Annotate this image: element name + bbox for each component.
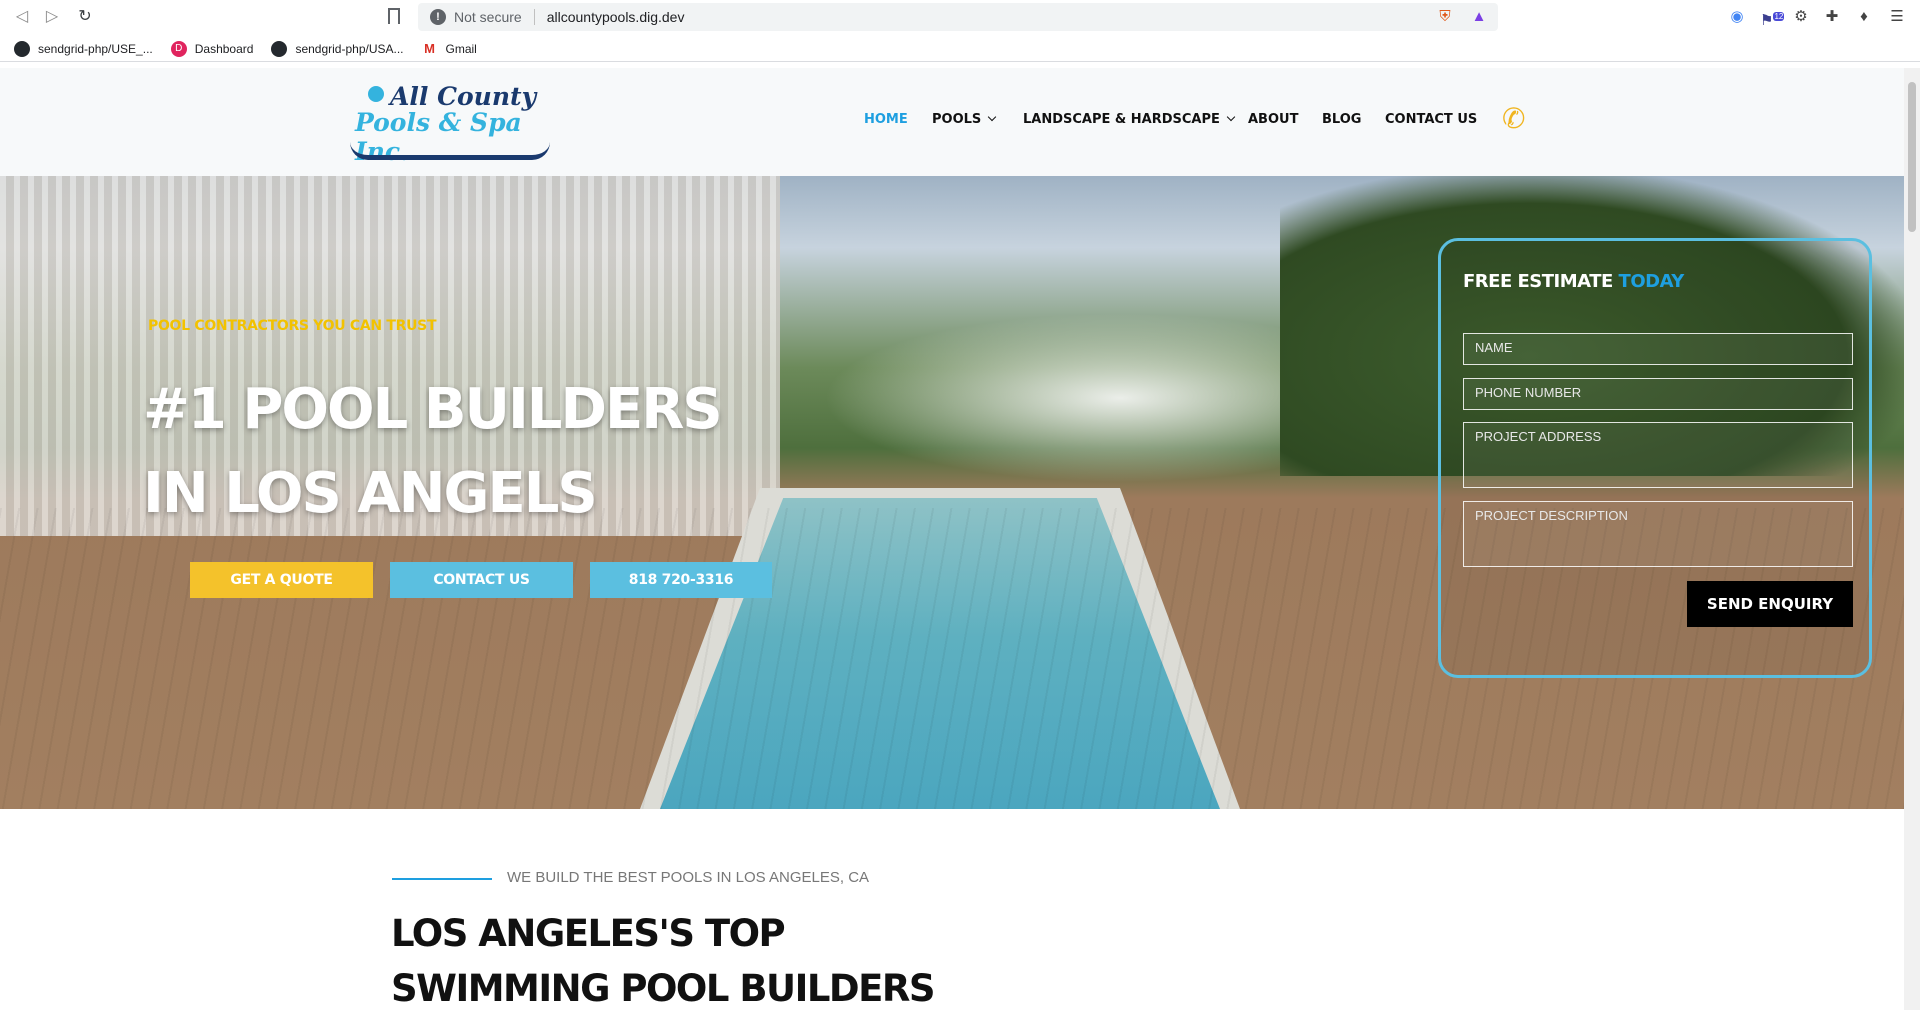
nav-pools-label: POOLS bbox=[932, 112, 982, 127]
gmail-icon: M bbox=[421, 40, 438, 57]
color-extension-icon[interactable]: ◉ bbox=[1728, 8, 1746, 26]
hero-headline: #1 POOL BUILDERS IN LOS ANGELS bbox=[143, 368, 723, 536]
page-viewport: All County Pools & Spa Inc. HOME POOLS L… bbox=[0, 68, 1904, 1010]
page-scrollbar[interactable] bbox=[1904, 68, 1920, 1010]
bookmark-sendgrid-2[interactable]: sendgrid-php/USA... bbox=[271, 40, 404, 57]
hero-tagline: POOL CONTRACTORS YOU CAN TRUST bbox=[148, 318, 437, 334]
bookmark-icon[interactable] bbox=[388, 8, 400, 24]
bookmark-label: Gmail bbox=[445, 41, 477, 56]
section-accent-line bbox=[392, 878, 492, 880]
send-enquiry-button[interactable]: SEND ENQUIRY bbox=[1687, 581, 1853, 627]
logo-line1: All County bbox=[390, 82, 537, 111]
address-bar[interactable]: ! Not secure allcountypools.dig.dev bbox=[418, 3, 1498, 31]
tool-extension-icon[interactable]: ⚙ bbox=[1792, 8, 1810, 26]
brave-rewards-icon[interactable]: ▲ bbox=[1470, 8, 1488, 26]
crosshair-extension-icon[interactable]: ✚ bbox=[1823, 8, 1841, 26]
nav-pools[interactable]: POOLS bbox=[932, 112, 997, 127]
chevron-down-icon bbox=[988, 112, 997, 122]
free-estimate-form: FREE ESTIMATE TODAY NAME PHONE NUMBER PR… bbox=[1438, 238, 1872, 678]
brave-shield-icon[interactable]: ⛨ bbox=[1436, 8, 1454, 26]
scrollbar-thumb[interactable] bbox=[1908, 82, 1916, 232]
reload-icon[interactable]: ↻ bbox=[75, 7, 95, 27]
name-field[interactable]: NAME bbox=[1463, 333, 1853, 365]
info-icon[interactable]: ! bbox=[430, 9, 446, 25]
nav-home[interactable]: HOME bbox=[864, 112, 908, 127]
form-title-main: FREE ESTIMATE bbox=[1463, 271, 1619, 292]
menu-icon[interactable]: ☰ bbox=[1888, 8, 1906, 26]
nav-blog[interactable]: BLOG bbox=[1322, 112, 1361, 127]
github-icon bbox=[271, 40, 288, 57]
extension-badge: 12 bbox=[1773, 12, 1785, 21]
headline-line2: IN LOS ANGELS bbox=[143, 461, 598, 526]
browser-toolbar: ◁ ▷ ↻ ! Not secure allcountypools.dig.de… bbox=[0, 0, 1920, 34]
headline-line1: #1 POOL BUILDERS bbox=[143, 377, 723, 442]
project-address-field[interactable]: PROJECT ADDRESS bbox=[1463, 422, 1853, 488]
bubbles-icon bbox=[368, 86, 384, 102]
nav-landscape-label: LANDSCAPE & HARDSCAPE bbox=[1023, 112, 1220, 127]
dashboard-icon: D bbox=[170, 40, 187, 57]
bookmark-dashboard[interactable]: D Dashboard bbox=[170, 40, 254, 57]
bookmarks-bar: sendgrid-php/USE_... D Dashboard sendgri… bbox=[0, 36, 1920, 62]
security-label: Not secure bbox=[454, 9, 522, 25]
section-title-line1: LOS ANGELES'S TOP bbox=[391, 912, 786, 955]
puzzle-icon[interactable]: ♦ bbox=[1855, 8, 1873, 26]
form-title: FREE ESTIMATE TODAY bbox=[1463, 271, 1684, 292]
chevron-down-icon bbox=[1226, 112, 1236, 122]
contact-us-button[interactable]: CONTACT US bbox=[390, 562, 573, 598]
forward-icon[interactable]: ▷ bbox=[42, 7, 62, 27]
bookmark-sendgrid-1[interactable]: sendgrid-php/USE_... bbox=[14, 40, 153, 57]
wave-icon bbox=[350, 142, 550, 160]
site-logo[interactable]: All County Pools & Spa Inc. bbox=[350, 80, 555, 166]
phone-number-button[interactable]: 818 720-3316 bbox=[590, 562, 772, 598]
extension-cap-icon[interactable]: ⚑12 bbox=[1760, 8, 1785, 29]
get-quote-button[interactable]: GET A QUOTE bbox=[190, 562, 373, 598]
project-description-field[interactable]: PROJECT DESCRIPTION bbox=[1463, 501, 1853, 567]
phone-field[interactable]: PHONE NUMBER bbox=[1463, 378, 1853, 410]
nav-landscape[interactable]: LANDSCAPE & HARDSCAPE bbox=[1023, 112, 1236, 127]
section-title-line2: SWIMMING POOL BUILDERS bbox=[391, 967, 936, 1010]
form-title-accent: TODAY bbox=[1618, 271, 1685, 292]
github-icon bbox=[14, 40, 30, 57]
nav-contact[interactable]: CONTACT US bbox=[1385, 112, 1477, 127]
url-text[interactable]: allcountypools.dig.dev bbox=[547, 9, 685, 25]
nav-about[interactable]: ABOUT bbox=[1248, 112, 1298, 127]
bookmark-gmail[interactable]: M Gmail bbox=[421, 40, 477, 57]
section-subtitle: WE BUILD THE BEST POOLS IN LOS ANGELES, … bbox=[507, 869, 870, 886]
section-title: LOS ANGELES'S TOP SWIMMING POOL BUILDERS bbox=[391, 906, 936, 1010]
bookmark-label: sendgrid-php/USA... bbox=[295, 41, 404, 56]
phone-icon[interactable]: ✆ bbox=[1502, 104, 1532, 134]
bookmark-label: Dashboard bbox=[194, 41, 254, 56]
back-icon[interactable]: ◁ bbox=[12, 7, 32, 27]
bookmark-label: sendgrid-php/USE_... bbox=[38, 41, 153, 56]
omnibox-divider bbox=[533, 9, 535, 25]
